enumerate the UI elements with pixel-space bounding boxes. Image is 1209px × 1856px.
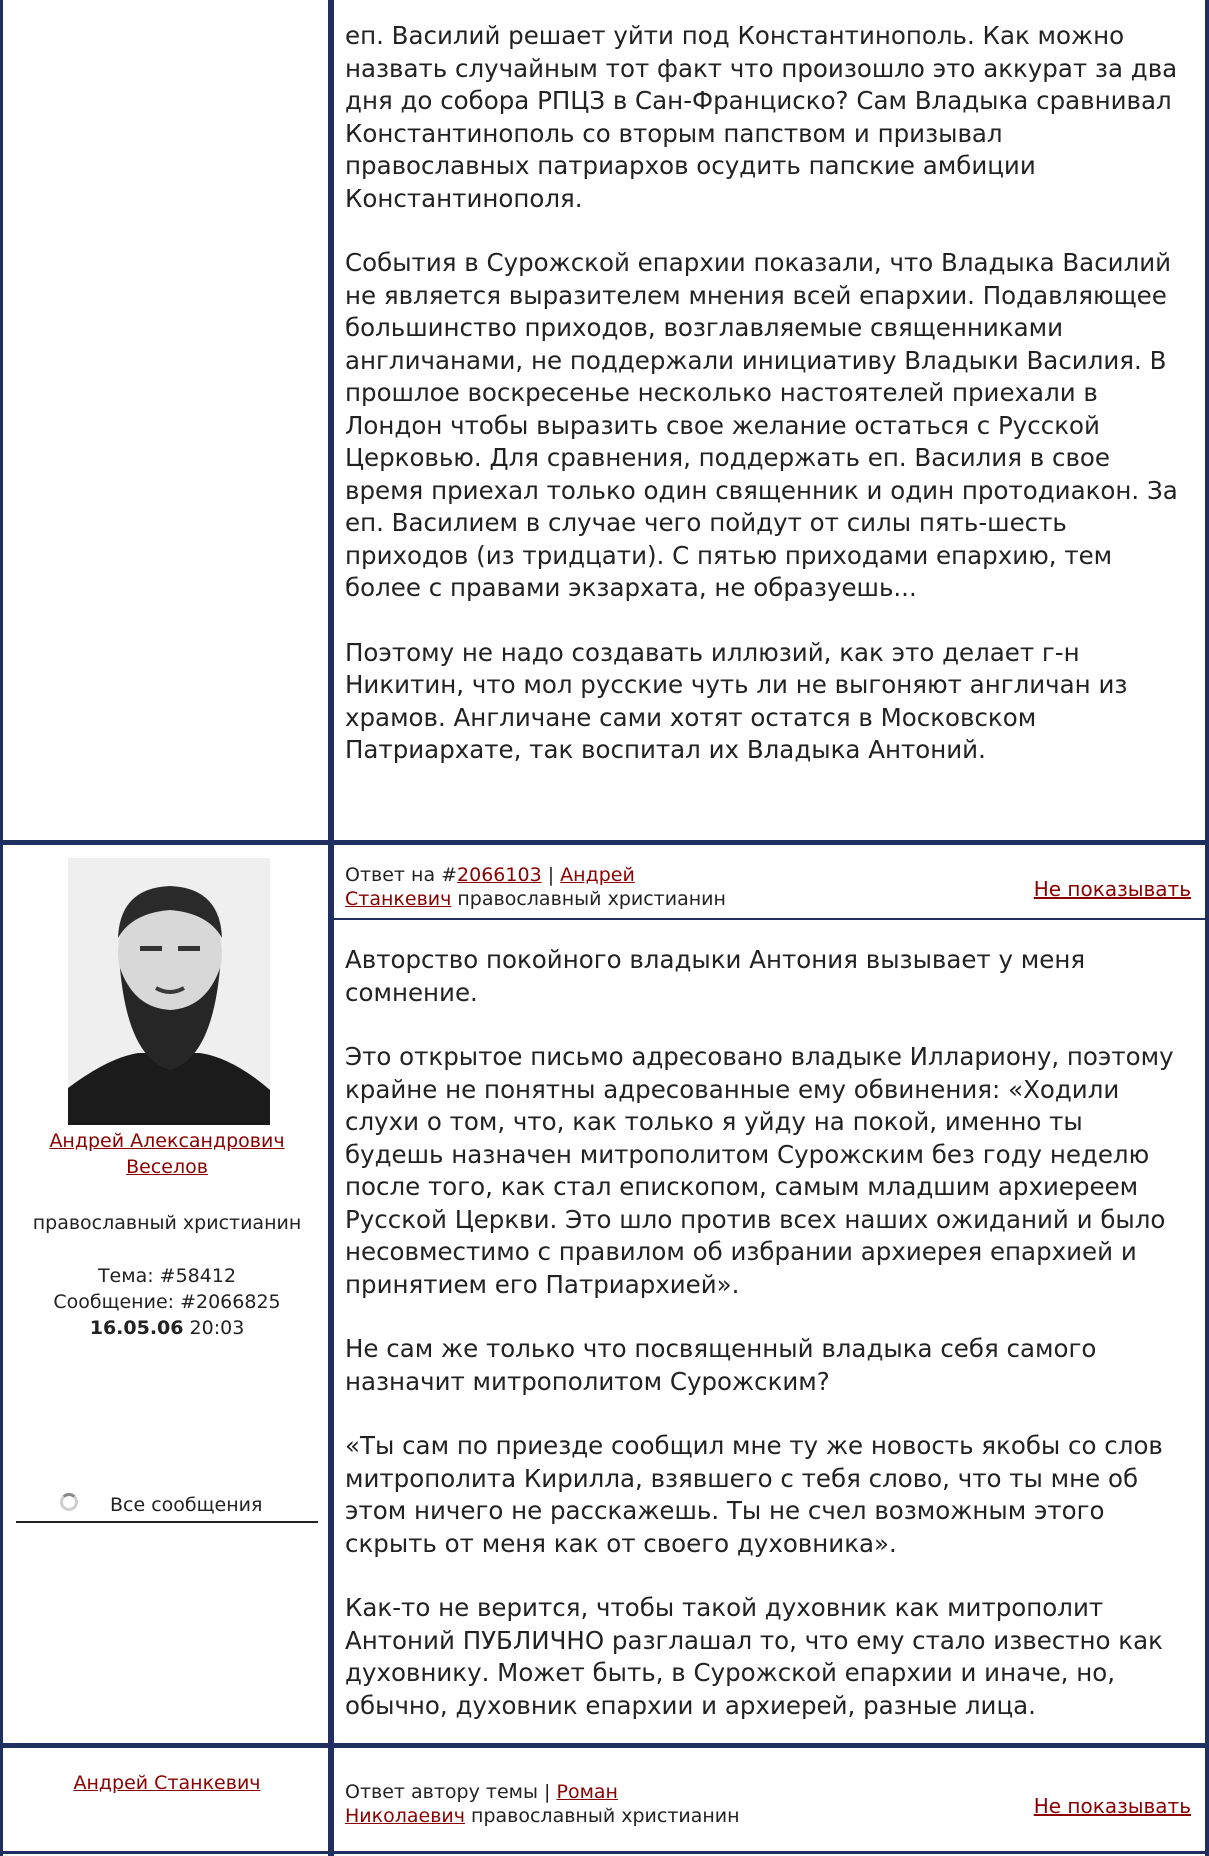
frame-right-border: [1205, 0, 1209, 1856]
author-role: православный христианин: [32, 1212, 302, 1234]
forum-thread: еп. Василий решает уйти под Константиноп…: [0, 0, 1209, 1856]
author-name-link[interactable]: Андрей Станкевич: [73, 1772, 260, 1794]
separator: |: [541, 864, 561, 886]
author-avatar: [68, 858, 270, 1125]
meta-divider: [334, 918, 1205, 920]
post-3-author: Андрей Станкевич: [0, 1770, 334, 1796]
post-paragraph: еп. Василий решает уйти под Константиноп…: [345, 21, 1178, 213]
post-datetime: 16.05.06 20:03: [0, 1315, 334, 1341]
author-name-link-cont[interactable]: Веселов: [126, 1156, 208, 1178]
post-paragraph: Это открытое письмо адресовано владыке И…: [345, 1042, 1174, 1299]
post-2-body: Авторство покойного владыки Антония вызы…: [345, 944, 1185, 1754]
reply-author-link[interactable]: Роман: [556, 1781, 617, 1803]
reply-author-link-cont[interactable]: Николаевич: [345, 1805, 465, 1827]
author-photo-icon: [68, 858, 270, 1125]
author-name-block: Андрей Александрович Веселов: [0, 1128, 334, 1180]
reply-author-link[interactable]: Андрей: [560, 864, 635, 886]
post-1-body: еп. Василий решает уйти под Константиноп…: [345, 20, 1185, 799]
reply-author-role: православный христианин: [451, 888, 726, 910]
post-2-reply-info: Ответ на #2066103 | Андрей Станкевич пра…: [345, 863, 905, 911]
post-time: 20:03: [183, 1317, 245, 1339]
loading-spinner-icon: [60, 1493, 78, 1511]
post-paragraph: Не сам же только что посвященный владыка…: [345, 1334, 1097, 1396]
all-messages-link[interactable]: Все сообщения: [110, 1494, 262, 1516]
hide-post-link[interactable]: Не показывать: [1034, 877, 1191, 901]
message-number: Сообщение: #2066825: [53, 1291, 281, 1313]
post-paragraph: Авторство покойного владыки Антония вызы…: [345, 945, 1086, 1007]
author-stats: Тема: #58412 Сообщение: #2066825 16.05.0…: [0, 1263, 334, 1341]
reply-message-link[interactable]: 2066103: [457, 864, 542, 886]
author-name-link[interactable]: Андрей Александрович: [49, 1130, 284, 1152]
post-paragraph: Как-то не верится, чтобы такой духовник …: [345, 1593, 1163, 1720]
post-paragraph: «Ты сам по приезде сообщил мне ту же нов…: [345, 1431, 1163, 1558]
reply-prefix: Ответ автору темы: [345, 1781, 538, 1803]
post-paragraph: Поэтому не надо создавать иллюзий, как э…: [345, 637, 1128, 765]
hide-post-link[interactable]: Не показывать: [1034, 1794, 1191, 1818]
author-divider: [16, 1521, 318, 1523]
reply-author-link-cont[interactable]: Станкевич: [345, 888, 451, 910]
frame-bottom-border: [0, 1851, 1209, 1854]
reply-prefix: Ответ на #: [345, 864, 458, 886]
frame-left-border: [0, 0, 3, 1856]
separator: |: [538, 1781, 557, 1803]
topic-number: Тема: #58412: [97, 1265, 237, 1287]
post-separator: [0, 840, 1209, 845]
post-paragraph: События в Сурожской епархии показали, чт…: [345, 248, 1178, 602]
post-date: 16.05.06: [89, 1317, 184, 1339]
frame-column-divider: [328, 0, 334, 1856]
post-3-reply-info: Ответ автору темы | Роман Николаевич пра…: [345, 1780, 905, 1828]
reply-author-role: православный христианин: [464, 1805, 740, 1827]
